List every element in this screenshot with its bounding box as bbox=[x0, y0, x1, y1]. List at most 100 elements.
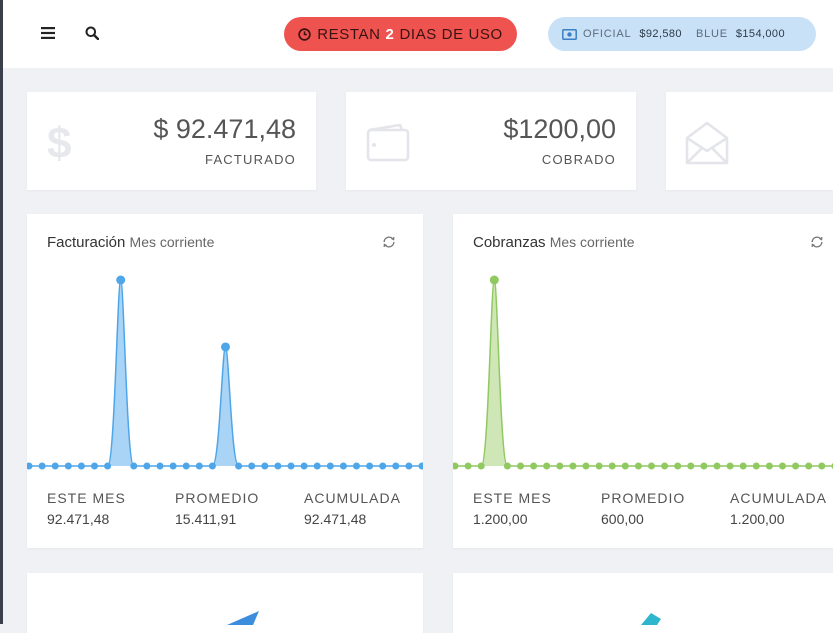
dollar-icon: $ bbox=[47, 119, 73, 171]
chart-subtitle: Mes corriente bbox=[549, 234, 635, 250]
data-point bbox=[195, 462, 203, 470]
data-point bbox=[530, 462, 538, 470]
footer-value: 15.411,91 bbox=[175, 511, 237, 527]
data-point bbox=[91, 462, 98, 470]
series-line bbox=[455, 279, 833, 467]
stat-card-facturado: $ $ 92.471,48 FACTURADO bbox=[27, 92, 316, 190]
data-point bbox=[169, 462, 177, 470]
data-point bbox=[104, 462, 112, 470]
data-point bbox=[752, 462, 760, 470]
data-point bbox=[517, 462, 524, 470]
money-icon bbox=[562, 28, 577, 40]
top-bar: RESTAN 2 DIAS DE USO OFICIAL $92,580 BLU… bbox=[3, 0, 833, 68]
footer-label: ACUMULADA bbox=[304, 490, 401, 506]
facturado-label: FACTURADO bbox=[205, 152, 296, 167]
wallet-icon bbox=[366, 122, 410, 167]
footer-value: 92.471,48 bbox=[304, 511, 367, 527]
stat-card-mensajes bbox=[666, 92, 833, 190]
data-point bbox=[156, 462, 164, 470]
data-point bbox=[392, 462, 400, 470]
bottom-card-right bbox=[453, 573, 833, 633]
clock-icon bbox=[298, 27, 311, 41]
data-point bbox=[648, 462, 655, 470]
data-point bbox=[687, 462, 695, 470]
data-point bbox=[379, 462, 387, 470]
oficial-value: $92,580 bbox=[639, 28, 682, 40]
data-point bbox=[661, 462, 669, 470]
chart-title: Cobranzas Mes corriente bbox=[473, 234, 635, 251]
footer-este-mes: ESTE MES 92.471,48 bbox=[47, 490, 126, 527]
data-point bbox=[464, 462, 472, 470]
footer-promedio: PROMEDIO 15.411,91 bbox=[175, 490, 259, 527]
cobrado-value: $1200,00 bbox=[503, 114, 616, 144]
svg-text:$: $ bbox=[47, 120, 71, 166]
data-point bbox=[726, 462, 734, 470]
blue-value: $154,000 bbox=[735, 28, 785, 40]
data-point bbox=[353, 462, 360, 470]
data-point bbox=[116, 275, 126, 285]
data-point bbox=[235, 462, 243, 470]
data-point bbox=[77, 462, 85, 470]
send-icon bbox=[227, 611, 259, 630]
footer-promedio: PROMEDIO 600,00 bbox=[601, 490, 685, 527]
blue-label: BLUE bbox=[695, 28, 728, 40]
data-point bbox=[595, 462, 603, 470]
data-point bbox=[713, 462, 721, 470]
footer-value: 92.471,48 bbox=[47, 511, 110, 527]
data-point bbox=[339, 462, 347, 470]
footer-value: 1.200,00 bbox=[730, 511, 785, 527]
facturado-value: $ 92.471,48 bbox=[153, 114, 296, 144]
data-point bbox=[674, 462, 682, 470]
data-point bbox=[418, 462, 423, 470]
hamburger-icon[interactable] bbox=[37, 22, 59, 44]
footer-value: 600,00 bbox=[601, 511, 644, 527]
data-point bbox=[477, 462, 485, 470]
chart-subtitle: Mes corriente bbox=[129, 234, 215, 250]
footer-label: ESTE MES bbox=[47, 490, 126, 506]
trial-prefix: RESTAN bbox=[317, 25, 381, 43]
data-point bbox=[143, 462, 151, 470]
data-point bbox=[608, 462, 616, 470]
data-point bbox=[453, 462, 459, 470]
data-point bbox=[805, 462, 813, 470]
data-point bbox=[221, 342, 230, 352]
search-icon[interactable] bbox=[81, 22, 103, 44]
bottom-card-left bbox=[27, 573, 423, 633]
data-point bbox=[300, 462, 308, 470]
trial-days-badge[interactable]: RESTAN 2 DIAS DE USO bbox=[284, 17, 517, 51]
trial-suffix: DIAS DE USO bbox=[399, 25, 503, 43]
left-sidebar-edge bbox=[0, 0, 3, 624]
data-point bbox=[489, 275, 499, 285]
footer-acumulada: ACUMULADA 92.471,48 bbox=[304, 490, 401, 527]
footer-label: PROMEDIO bbox=[601, 490, 686, 506]
chart-title-main: Cobranzas bbox=[473, 234, 546, 251]
data-point bbox=[248, 462, 256, 470]
refresh-icon[interactable] bbox=[809, 234, 825, 250]
data-point bbox=[569, 462, 577, 470]
data-point bbox=[130, 462, 138, 470]
chart-title-main: Facturación bbox=[47, 234, 126, 251]
chart-title: Facturación Mes corriente bbox=[47, 234, 214, 251]
series-area bbox=[29, 280, 422, 466]
exchange-rates-badge[interactable]: OFICIAL $92,580 BLUE $154,000 bbox=[548, 17, 816, 51]
data-point bbox=[261, 462, 269, 470]
cobranzas-chart-card: Cobranzas Mes corriente ESTE MES 1.200,0… bbox=[453, 214, 833, 548]
data-point bbox=[64, 462, 72, 470]
cobrado-label: COBRADO bbox=[541, 152, 616, 167]
data-point bbox=[818, 462, 826, 470]
footer-este-mes: ESTE MES 1.200,00 bbox=[473, 490, 552, 527]
refresh-icon[interactable] bbox=[381, 234, 397, 250]
data-point bbox=[503, 462, 511, 470]
data-point bbox=[313, 462, 321, 470]
footer-label: PROMEDIO bbox=[175, 490, 260, 506]
cobranzas-area-chart bbox=[453, 275, 833, 470]
stat-card-cobrado: $1200,00 COBRADO bbox=[346, 92, 636, 190]
data-point bbox=[38, 462, 46, 470]
data-point bbox=[556, 462, 564, 470]
data-point bbox=[51, 462, 59, 470]
data-point bbox=[27, 462, 33, 470]
facturacion-area-chart bbox=[27, 275, 423, 470]
data-point bbox=[366, 462, 374, 470]
data-point bbox=[765, 462, 773, 470]
footer-label: ESTE MES bbox=[473, 490, 552, 506]
